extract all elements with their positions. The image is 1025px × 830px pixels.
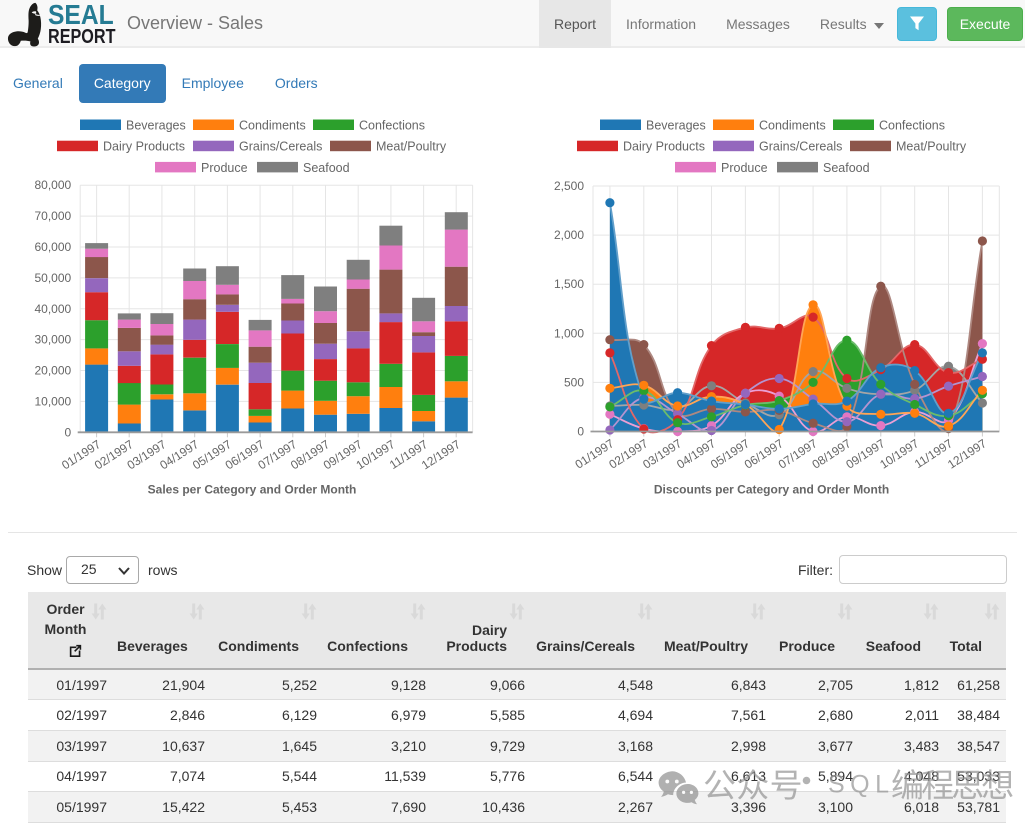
svg-text:Beverages: Beverages — [646, 119, 706, 133]
svg-text:40,000: 40,000 — [34, 302, 71, 316]
svg-text:Meat/Poultry: Meat/Poultry — [896, 140, 967, 154]
svg-text:30,000: 30,000 — [34, 333, 71, 347]
svg-text:Confections: Confections — [359, 119, 425, 133]
svg-text:1,500: 1,500 — [554, 277, 584, 291]
svg-text:Grains/Cereals: Grains/Cereals — [759, 140, 842, 154]
svg-text:0: 0 — [65, 425, 72, 439]
svg-text:Produce: Produce — [721, 161, 768, 175]
svg-text:Beverages: Beverages — [126, 119, 186, 133]
svg-text:20,000: 20,000 — [34, 364, 71, 378]
svg-text:Confections: Confections — [879, 119, 945, 133]
svg-text:SQL: SQL — [828, 771, 895, 799]
svg-text:2,000: 2,000 — [554, 228, 584, 242]
svg-text:10/1997: 10/1997 — [877, 436, 921, 472]
svg-text:Dairy Products: Dairy Products — [623, 140, 705, 154]
svg-text:Seafood: Seafood — [823, 161, 870, 175]
svg-text:0: 0 — [577, 425, 584, 439]
svg-text:12/1997: 12/1997 — [945, 436, 989, 472]
svg-text:Seafood: Seafood — [303, 161, 350, 175]
svg-text:80,000: 80,000 — [34, 178, 71, 192]
svg-text:10,000: 10,000 — [34, 394, 71, 408]
svg-text:60,000: 60,000 — [34, 240, 71, 254]
svg-text:Discounts per Category and Ord: Discounts per Category and Order Month — [654, 483, 889, 497]
svg-text:Sales per Category and Order M: Sales per Category and Order Month — [148, 483, 357, 497]
svg-text:Condiments: Condiments — [759, 119, 826, 133]
svg-text:2,500: 2,500 — [554, 179, 584, 193]
svg-text:1,000: 1,000 — [554, 326, 584, 340]
svg-text:Dairy Products: Dairy Products — [103, 140, 185, 154]
svg-text:REPORT: REPORT — [48, 24, 116, 47]
svg-text:Produce: Produce — [201, 161, 248, 175]
svg-text:Condiments: Condiments — [239, 119, 306, 133]
svg-text:70,000: 70,000 — [34, 209, 71, 223]
svg-text:Grains/Cereals: Grains/Cereals — [239, 140, 322, 154]
svg-text:500: 500 — [564, 375, 584, 389]
svg-text:50,000: 50,000 — [34, 271, 71, 285]
svg-text:Meat/Poultry: Meat/Poultry — [376, 140, 447, 154]
